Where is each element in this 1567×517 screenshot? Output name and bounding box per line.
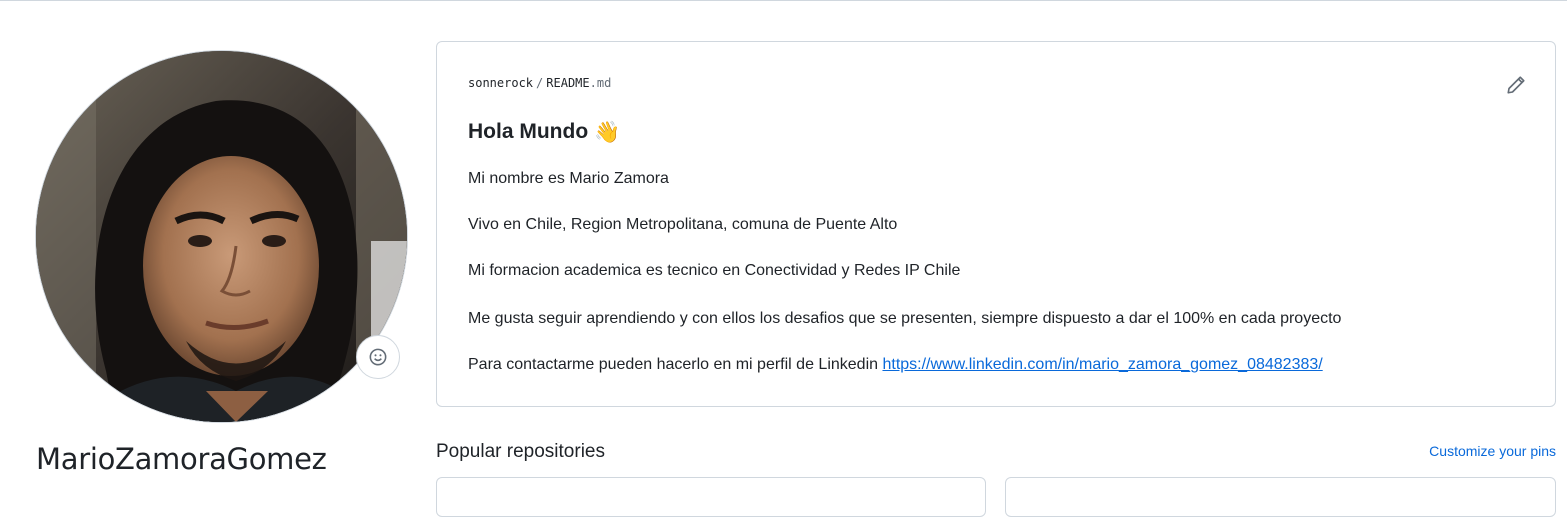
readme-file-name[interactable]: README xyxy=(546,76,589,90)
avatar[interactable] xyxy=(36,51,407,422)
pinned-repo-card[interactable] xyxy=(1005,477,1556,517)
smiley-icon xyxy=(369,348,387,366)
readme-paragraph: Vivo en Chile, Region Metropolitana, com… xyxy=(468,216,898,233)
readme-heading: Hola Mundo 👋 xyxy=(468,120,620,144)
pencil-icon xyxy=(1507,76,1525,94)
profile-username: MarioZamoraGomez xyxy=(36,442,327,476)
edit-readme-button[interactable] xyxy=(1506,75,1526,95)
readme-contact-paragraph: Para contactarme pueden hacerlo en mi pe… xyxy=(468,356,1323,374)
readme-paragraph: Mi nombre es Mario Zamora xyxy=(468,170,669,187)
readme-paragraph: Me gusta seguir aprendiendo y con ellos … xyxy=(468,310,1342,327)
readme-file-ext[interactable]: .md xyxy=(590,76,612,90)
set-status-button[interactable] xyxy=(356,335,400,379)
avatar-container xyxy=(36,51,407,422)
readme-owner-link[interactable]: sonnerock xyxy=(468,76,533,90)
path-separator: / xyxy=(536,76,544,90)
linkedin-link[interactable]: https://www.linkedin.com/in/mario_zamora… xyxy=(882,356,1322,373)
customize-pins-link[interactable]: Customize your pins xyxy=(1429,443,1556,459)
readme-card: sonnerock / README.md Hola Mundo 👋 Mi nomb… xyxy=(436,41,1556,407)
avatar-photo xyxy=(36,51,407,422)
readme-path: sonnerock / README.md xyxy=(468,76,611,90)
top-divider xyxy=(0,0,1567,1)
readme-paragraph: Mi formacion academica es tecnico en Con… xyxy=(468,262,961,279)
readme-heading-text: Hola Mundo xyxy=(468,120,589,143)
pinned-repo-card[interactable] xyxy=(436,477,986,517)
waving-hand-emoji: 👋 xyxy=(594,120,621,144)
popular-repositories-title: Popular repositories xyxy=(436,441,605,462)
contact-text: Para contactarme pueden hacerlo en mi pe… xyxy=(468,356,883,373)
